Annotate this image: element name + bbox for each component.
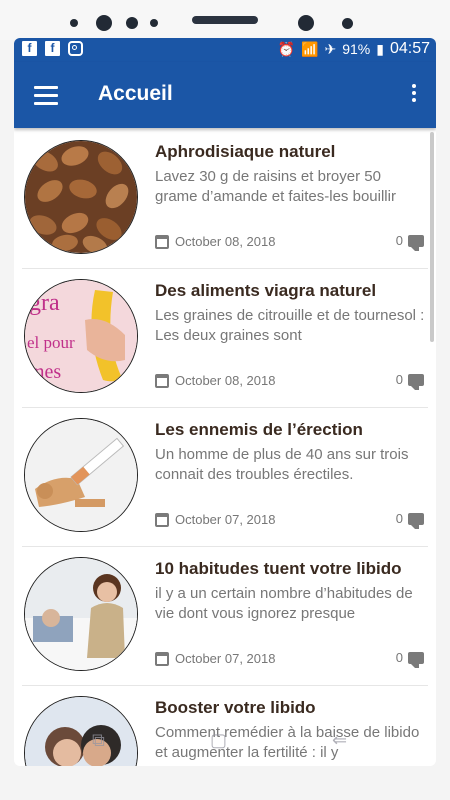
phone-bottom-bezel [0,766,450,800]
article-title: 10 habitudes tuent votre libido [155,559,402,578]
facebook-icon: f [22,41,37,56]
wifi-icon: 📶 [301,40,319,57]
menu-icon[interactable] [34,86,58,105]
article-thumbnail-cigarette [24,418,138,532]
article-title: Les ennemis de l’érection [155,420,363,439]
sensor-dot [342,18,353,29]
svg-text:gra: gra [29,290,60,316]
list-item[interactable]: gra el pour mes Des aliments viagra natu… [22,269,428,408]
article-list: Aphrodisiaque naturel Lavez 30 g de rais… [14,130,436,766]
article-date: October 07, 2018 [155,512,275,527]
camera-dot [70,19,78,27]
status-bar: f f ⏰ 📶 ✈ 91% ▮ 04:57 [14,38,436,62]
article-excerpt: il y a un certain nombre d’habitudes de … [155,585,413,622]
comment-count: 0 [395,372,424,390]
comment-count-text: 0 [395,511,403,526]
app-bar: Accueil [14,62,436,128]
calendar-icon [155,373,169,388]
phone-right-bezel [436,40,450,766]
app-screen: f f ⏰ 📶 ✈ 91% ▮ 04:57 Accueil Aphrodisia… [14,38,436,766]
battery-icon: ▮ [376,40,384,57]
comment-icon [408,512,424,529]
calendar-icon [155,651,169,666]
sensor-dot [126,17,138,29]
front-camera [298,15,314,31]
comment-count-text: 0 [395,372,403,387]
list-item[interactable]: 10 habitudes tuent votre libido il y a u… [22,547,428,686]
camera-lens [96,15,112,31]
phone-left-bezel [0,40,14,766]
page-title: Accueil [98,82,173,105]
article-date: October 07, 2018 [155,651,275,666]
sensor-dot [150,19,158,27]
calendar-icon [155,234,169,249]
comment-count: 0 [395,511,424,529]
facebook-icon: f [45,41,60,56]
battery-level: 91% [342,41,371,57]
earpiece-speaker [192,16,258,24]
article-thumbnail-banana: gra el pour mes [24,279,138,393]
clock: 04:57 [389,40,430,57]
article-excerpt: Les graines de citrouille et de tourneso… [155,307,425,344]
instagram-icon [68,41,83,56]
list-item[interactable]: Aphrodisiaque naturel Lavez 30 g de rais… [22,130,428,269]
article-date-text: October 07, 2018 [175,651,276,666]
system-nav-bar: ⧉ ▢ ⇐ [14,725,436,755]
article-thumbnail-almonds [24,140,138,254]
article-date: October 08, 2018 [155,373,275,388]
article-date-text: October 08, 2018 [175,234,276,249]
comment-icon [408,234,424,251]
comment-count-text: 0 [395,233,403,248]
list-item[interactable]: Les ennemis de l’érection Un homme de pl… [22,408,428,547]
back-icon[interactable]: ⇐ [332,730,347,751]
recent-apps-icon[interactable]: ⧉ [92,730,105,751]
alarm-icon: ⏰ [277,40,296,57]
article-thumbnail-couple [24,557,138,671]
article-date: October 08, 2018 [155,234,275,249]
comment-count: 0 [395,233,424,251]
article-title: Aphrodisiaque naturel [155,142,336,161]
comment-icon [408,651,424,668]
article-excerpt: Lavez 30 g de raisins et broyer 50 grame… [155,168,396,205]
article-title: Booster votre libido [155,698,316,717]
comment-count: 0 [395,650,424,668]
airplane-icon: ✈ [324,40,337,57]
calendar-icon [155,512,169,527]
article-title: Des aliments viagra naturel [155,281,377,300]
phone-top-bezel [0,0,450,40]
comment-count-text: 0 [395,650,403,665]
article-date-text: October 07, 2018 [175,512,276,527]
article-date-text: October 08, 2018 [175,373,276,388]
svg-text:el pour: el pour [27,333,75,352]
scrollbar[interactable] [430,132,434,342]
article-excerpt: Un homme de plus de 40 ans sur trois con… [155,446,409,483]
more-options-icon[interactable] [412,84,418,105]
home-icon[interactable]: ▢ [210,730,227,751]
comment-icon [408,373,424,390]
svg-text:mes: mes [29,361,61,383]
